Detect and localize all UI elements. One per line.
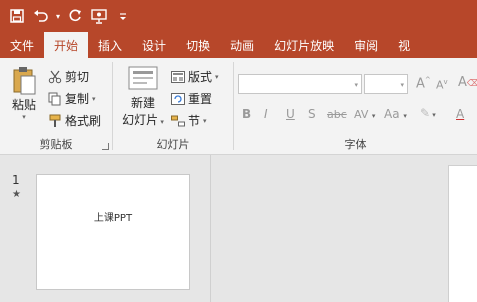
character-spacing-button[interactable]: AV ▾ — [354, 108, 375, 121]
slides-group-label: 幻灯片 — [156, 138, 190, 151]
font-name-combobox[interactable]: ▾ — [238, 74, 362, 94]
copy-button[interactable]: 复制 ▾ — [48, 90, 96, 107]
tab-slideshow[interactable]: 幻灯片放映 — [264, 32, 344, 58]
slide-thumbnail-text: 上课PPT — [93, 213, 133, 224]
tab-insert[interactable]: 插入 — [88, 32, 132, 58]
reset-button[interactable]: 重置 — [171, 90, 212, 107]
increase-font-icon[interactable]: A^ — [416, 76, 431, 91]
italic-button[interactable]: I — [264, 107, 268, 121]
reset-icon — [171, 92, 185, 105]
section-label: 节 — [188, 114, 201, 128]
quick-access-toolbar: ▾ — [0, 0, 477, 32]
paste-button[interactable]: 粘贴 ▾ — [8, 66, 40, 121]
tab-design[interactable]: 设计 — [132, 32, 176, 58]
clipboard-group-label: 剪贴板 — [39, 138, 73, 151]
format-painter-icon — [49, 114, 61, 127]
layout-label: 版式 — [188, 70, 213, 84]
underline-button[interactable]: U — [286, 107, 295, 121]
tab-home[interactable]: 开始 — [44, 32, 89, 58]
slide-editing-area — [211, 155, 477, 302]
strikethrough-button[interactable]: abc — [327, 108, 347, 121]
font-color-button[interactable]: A — [456, 107, 464, 121]
redo-icon[interactable] — [66, 7, 84, 25]
slide-thumbnail[interactable]: 上课PPT — [36, 174, 190, 290]
change-case-button[interactable]: Aa ▾ — [384, 107, 407, 121]
save-icon[interactable] — [8, 7, 26, 25]
new-slide-label-1: 新建 — [130, 96, 155, 110]
font-group: ▾ ▾ A^ Av A⌫ B I U S abc AV ▾ Aa ▾ ✎ ▾ A… — [234, 58, 477, 155]
slides-group: 新建 幻灯片 ▾ 版式 ▾ 重置 节 ▾ 幻灯片 — [113, 58, 233, 155]
format-painter-button[interactable]: 格式刷 — [48, 112, 101, 129]
bold-button[interactable]: B — [242, 107, 251, 121]
scissors-icon — [48, 70, 62, 83]
tab-animations[interactable]: 动画 — [220, 32, 264, 58]
tab-review[interactable]: 审阅 — [344, 32, 388, 58]
ribbon-tabs: 文件 开始 插入 设计 切换 动画 幻灯片放映 审阅 视 — [0, 32, 477, 58]
shadow-button[interactable]: S — [308, 107, 316, 121]
cut-button[interactable]: 剪切 — [48, 68, 89, 85]
highlight-icon[interactable]: ✎ ▾ — [420, 106, 436, 120]
ribbon: 粘贴 ▾ 剪切 复制 ▾ 格式刷 剪贴板 新建 幻灯片 ▾ 版式 ▾ 重置 节 … — [0, 58, 477, 155]
layout-button[interactable]: 版式 ▾ — [171, 68, 219, 85]
section-button[interactable]: 节 ▾ — [171, 112, 207, 129]
copy-dropdown-icon[interactable]: ▾ — [92, 95, 96, 103]
layout-icon — [171, 70, 185, 83]
reset-label: 重置 — [188, 92, 213, 106]
cut-label: 剪切 — [65, 70, 90, 84]
font-size-combobox[interactable]: ▾ — [364, 74, 408, 94]
copy-icon — [48, 92, 61, 105]
paste-dropdown-icon[interactable]: ▾ — [22, 113, 26, 121]
slide-star-icon: ★ — [12, 189, 21, 200]
tab-transitions[interactable]: 切换 — [176, 32, 220, 58]
new-slide-icon — [128, 66, 158, 90]
decrease-font-icon[interactable]: Av — [436, 78, 448, 92]
copy-label: 复制 — [65, 92, 90, 106]
tab-file[interactable]: 文件 — [0, 32, 44, 58]
tab-view[interactable]: 视 — [388, 32, 410, 58]
format-painter-label: 格式刷 — [65, 114, 102, 128]
font-group-label: 字体 — [344, 138, 367, 151]
paste-label: 粘贴 — [11, 98, 36, 112]
clipboard-group: 粘贴 ▾ 剪切 复制 ▾ 格式刷 剪贴板 — [0, 58, 112, 155]
undo-icon[interactable] — [32, 7, 50, 25]
customize-icon[interactable] — [114, 7, 132, 25]
current-slide-canvas[interactable] — [448, 165, 477, 302]
present-icon[interactable] — [90, 7, 108, 25]
paste-icon — [13, 67, 36, 95]
new-slide-button[interactable]: 新建 幻灯片 ▾ — [119, 66, 167, 128]
undo-dropdown-icon[interactable]: ▾ — [56, 12, 60, 21]
clear-format-icon[interactable]: A⌫ — [458, 75, 477, 90]
new-slide-label-2: 幻灯片 ▾ — [122, 113, 164, 127]
clipboard-launcher-icon[interactable] — [102, 143, 109, 150]
slide-number: 1 — [12, 173, 20, 187]
section-icon — [171, 115, 185, 126]
